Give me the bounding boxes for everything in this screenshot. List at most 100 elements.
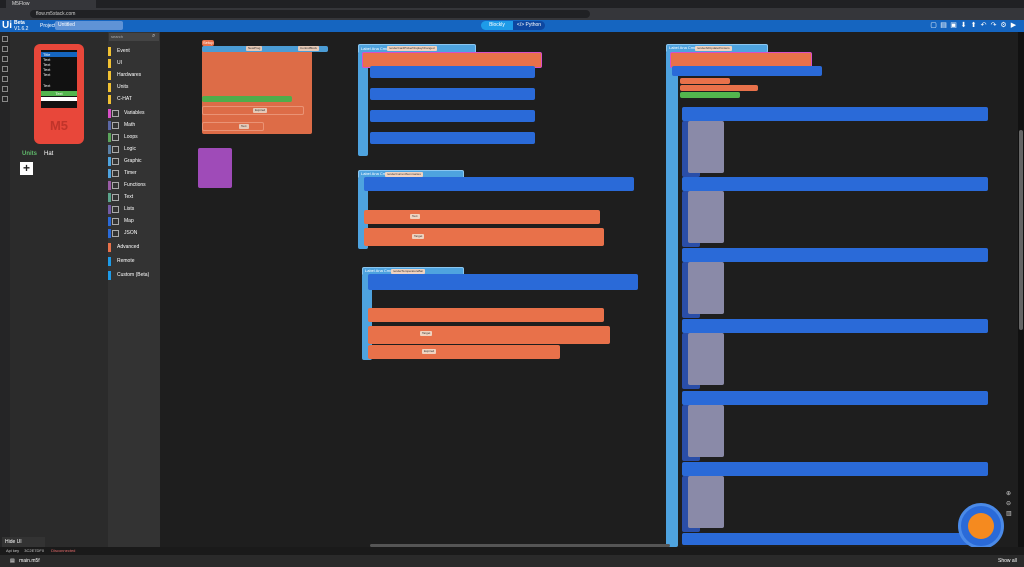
python-mode-button[interactable]: </> Python: [513, 21, 545, 30]
label-block[interactable]: [680, 85, 758, 91]
run-icon[interactable]: ▶: [1010, 22, 1017, 29]
category-variables[interactable]: Variables: [108, 108, 160, 119]
label-block[interactable]: Target: [364, 228, 604, 246]
browser-tab[interactable]: M5Flow: [6, 0, 96, 8]
rail-button-icon[interactable]: [2, 46, 8, 52]
list-values-block[interactable]: [688, 191, 724, 243]
category-custom-beta-[interactable]: Custom (Beta): [108, 270, 160, 281]
if-block[interactable]: [370, 66, 535, 78]
settings-icon[interactable]: ⚙: [1000, 22, 1007, 29]
rail-button-icon[interactable]: [2, 86, 8, 92]
rail-button-icon[interactable]: [2, 66, 8, 72]
if-block[interactable]: [672, 66, 822, 76]
category-loops[interactable]: Loops: [108, 132, 160, 143]
tab-hat[interactable]: Hat: [44, 151, 53, 157]
screen-bar[interactable]: [41, 97, 77, 101]
list-values-block[interactable]: [688, 121, 724, 173]
url-field[interactable]: flow.m5stack.com: [30, 10, 590, 18]
screen-label[interactable]: Text: [41, 72, 77, 77]
category-advanced[interactable]: Advanced: [108, 242, 160, 253]
category-color-marker: [108, 133, 111, 142]
hide-ui-button[interactable]: Hide UI: [2, 537, 45, 547]
text-pill: Text: [239, 124, 249, 129]
list-values-block[interactable]: [688, 476, 724, 528]
undo-icon[interactable]: ↶: [980, 22, 987, 29]
list-values-block[interactable]: [688, 333, 724, 385]
new-file-icon[interactable]: ▢: [930, 22, 937, 29]
list-values-block[interactable]: [688, 262, 724, 314]
list-block[interactable]: [198, 148, 232, 188]
if-row-block[interactable]: [682, 177, 988, 191]
if-row-block[interactable]: [682, 319, 988, 333]
redo-icon[interactable]: ↷: [990, 22, 997, 29]
if-block[interactable]: [368, 274, 638, 290]
search-icon[interactable]: ⌕: [152, 33, 155, 40]
download-icon[interactable]: ⬇: [960, 22, 967, 29]
screen-label[interactable]: Text: [41, 83, 77, 88]
function-name-pill: renderCardPickerDisplayChanged: [387, 46, 437, 51]
label-block[interactable]: Text: [202, 122, 264, 131]
label-block[interactable]: Expired: [368, 345, 560, 359]
project-name-input[interactable]: Untitled: [55, 21, 123, 30]
if-row-block[interactable]: [682, 462, 988, 476]
gear-center-icon[interactable]: [968, 513, 994, 539]
if-block[interactable]: [370, 110, 535, 122]
label-block[interactable]: Text: [364, 210, 600, 224]
rail-button-icon[interactable]: [2, 36, 8, 42]
category-functions[interactable]: Functions: [108, 180, 160, 191]
device-screen[interactable]: Title Text Text Text Text Text Text: [41, 50, 77, 108]
download-file-name[interactable]: main.m5f: [19, 558, 40, 564]
list-values-block[interactable]: [688, 405, 724, 457]
add-unit-button[interactable]: +: [20, 162, 33, 175]
category-remote[interactable]: Remote: [108, 256, 160, 267]
label-block[interactable]: [368, 308, 604, 322]
loop-block[interactable]: [680, 92, 740, 98]
label-block[interactable]: Expired: [202, 106, 304, 115]
trash-icon[interactable]: ▥: [1006, 510, 1012, 517]
if-row-block[interactable]: [682, 391, 988, 405]
category-label: Loops: [124, 134, 138, 140]
if-row-block[interactable]: [682, 533, 988, 545]
scroll-thumb[interactable]: [1019, 130, 1023, 330]
rail-button-icon[interactable]: [2, 76, 8, 82]
category-ui[interactable]: UI: [108, 58, 160, 69]
zoom-out-icon[interactable]: ⊖: [1006, 500, 1011, 507]
file-icon[interactable]: ▤: [10, 558, 15, 564]
project-label[interactable]: Project: [40, 21, 56, 31]
api-key-value: 3C2E7DF0: [24, 548, 45, 553]
upload-icon[interactable]: ⬆: [970, 22, 977, 29]
open-file-icon[interactable]: ▤: [940, 22, 947, 29]
tab-units[interactable]: Units: [22, 151, 37, 157]
if-row-block[interactable]: [682, 107, 988, 121]
category-hardwares[interactable]: Hardwares: [108, 70, 160, 81]
loop-block[interactable]: [202, 96, 292, 102]
category-lists[interactable]: Lists: [108, 204, 160, 215]
screen-bottom-label[interactable]: Text: [41, 91, 77, 96]
category-graphic[interactable]: Graphic: [108, 156, 160, 167]
rail-button-icon[interactable]: [2, 56, 8, 62]
category-timer[interactable]: Timer: [108, 168, 160, 179]
category-color-marker: [108, 47, 111, 56]
category-math[interactable]: Math: [108, 120, 160, 131]
label-block[interactable]: [680, 78, 730, 84]
category-event[interactable]: Event: [108, 46, 160, 57]
rail-button-icon[interactable]: [2, 96, 8, 102]
if-block[interactable]: [370, 132, 535, 144]
category-json[interactable]: JSON: [108, 228, 160, 239]
if-block[interactable]: [370, 88, 535, 100]
label-block[interactable]: Target: [368, 326, 610, 344]
show-all-link[interactable]: Show all: [998, 555, 1017, 567]
save-icon[interactable]: ▣: [950, 22, 957, 29]
category-map[interactable]: Map: [108, 216, 160, 227]
setup-block-group[interactable]: NewProg ControlBlock Expired Text: [202, 46, 328, 134]
category-logic[interactable]: Logic: [108, 144, 160, 155]
category-text[interactable]: Text: [108, 192, 160, 203]
category-color-marker: [108, 193, 111, 202]
zoom-in-icon[interactable]: ⊕: [1006, 490, 1011, 497]
if-row-block[interactable]: [682, 248, 988, 262]
category-units[interactable]: Units: [108, 82, 160, 93]
if-block[interactable]: [364, 177, 634, 191]
category-c-hat[interactable]: C-HAT: [108, 94, 160, 105]
set-var-block[interactable]: NewProg ControlBlock: [202, 46, 328, 52]
blockly-mode-button[interactable]: Blockly: [481, 21, 513, 30]
